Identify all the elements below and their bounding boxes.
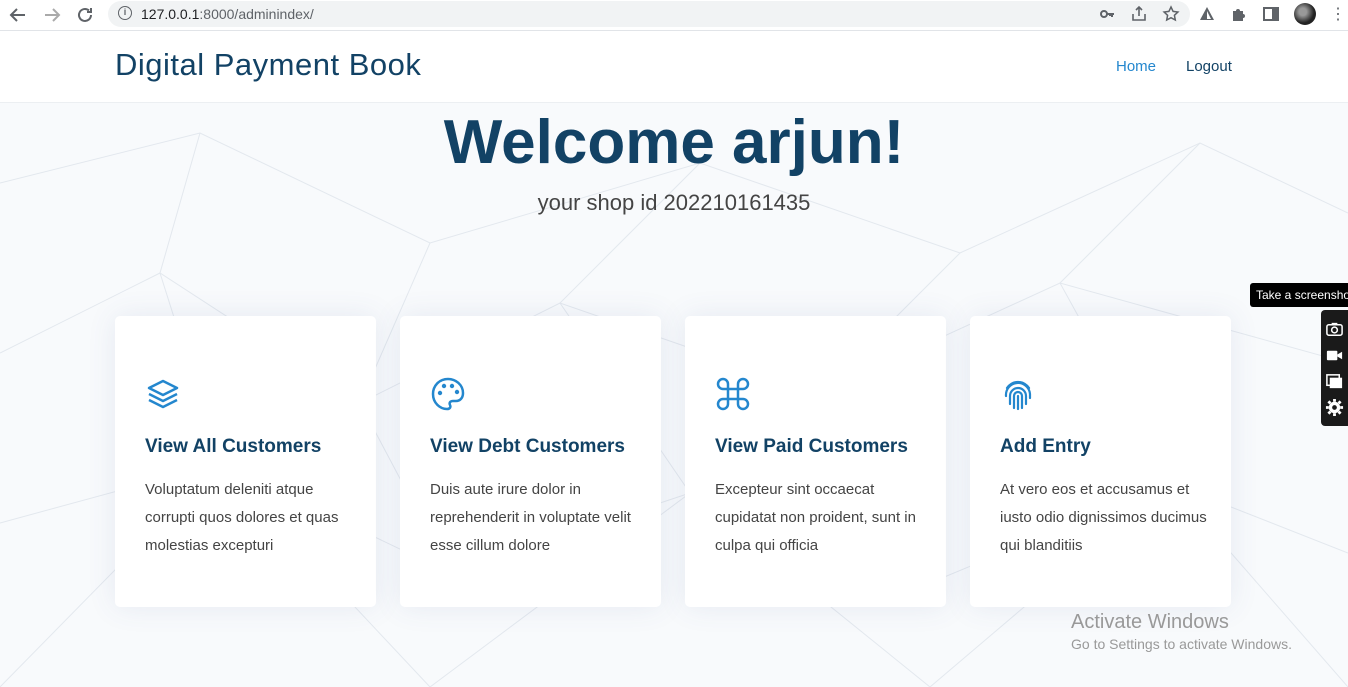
camera-icon[interactable] (1325, 320, 1344, 339)
fingerprint-icon (1004, 380, 1032, 411)
card-title[interactable]: Add Entry (1000, 436, 1091, 458)
site-info-icon[interactable]: i (118, 6, 132, 20)
window-capture-icon[interactable] (1325, 372, 1344, 391)
reload-icon[interactable] (73, 3, 97, 27)
side-panel-icon[interactable] (1262, 5, 1280, 23)
puzzle-icon[interactable] (1230, 5, 1248, 23)
site-logo[interactable]: Digital Payment Book (115, 47, 421, 83)
card-view-all-customers[interactable]: View All Customers Voluptatum deleniti a… (115, 316, 376, 607)
url-path: :8000/adminindex/ (199, 6, 314, 22)
card-title[interactable]: View Paid Customers (715, 436, 908, 458)
card-description: Duis aute irure dolor in reprehenderit i… (430, 481, 631, 554)
url-host: 127.0.0.1 (141, 6, 200, 22)
card-add-entry[interactable]: Add Entry At vero eos et accusamus et iu… (970, 316, 1231, 607)
capture-toolbar (1321, 310, 1348, 426)
triangle-extension-icon[interactable] (1198, 5, 1216, 23)
card-view-debt-customers[interactable]: View Debt Customers Duis aute irure dolo… (400, 316, 661, 607)
site-header: Digital Payment Book Home Logout (0, 31, 1348, 103)
activate-subtitle: Go to Settings to activate Windows. (1071, 636, 1292, 652)
settings-gear-icon[interactable] (1325, 398, 1344, 417)
profile-avatar[interactable] (1294, 3, 1316, 25)
share-icon[interactable] (1130, 5, 1148, 23)
card-description: Excepteur sint occaecat cupidatat non pr… (715, 481, 916, 554)
activate-title: Activate Windows (1071, 611, 1229, 633)
card-view-paid-customers[interactable]: View Paid Customers Excepteur sint occae… (685, 316, 946, 607)
card-title[interactable]: View All Customers (145, 436, 321, 458)
bookmark-star-icon[interactable] (1162, 5, 1180, 23)
nav-home[interactable]: Home (1116, 58, 1156, 75)
address-bar[interactable]: i 127.0.0.1:8000/adminindex/ (108, 1, 1190, 27)
nav-logout[interactable]: Logout (1186, 58, 1232, 75)
shop-id-text: your shop id 202210161435 (537, 190, 811, 215)
extensions-bar: ⋮ (1198, 3, 1346, 25)
more-menu-icon[interactable]: ⋮ (1330, 4, 1346, 24)
card-title[interactable]: View Debt Customers (430, 436, 625, 458)
activate-windows-watermark: Activate Windows Go to Settings to activ… (1071, 611, 1292, 652)
back-icon[interactable] (6, 3, 30, 27)
layers-icon (147, 379, 179, 409)
card-description: At vero eos et accusamus et iusto odio d… (1000, 481, 1207, 554)
forward-icon[interactable] (40, 3, 64, 27)
welcome-heading: Welcome arjun! (443, 108, 905, 177)
command-icon (716, 377, 750, 411)
screenshot-tooltip: Take a screenshot (1250, 283, 1348, 307)
key-icon[interactable] (1098, 5, 1116, 23)
omnibox-actions (1098, 5, 1180, 23)
url-text[interactable]: 127.0.0.1:8000/adminindex/ (141, 6, 314, 22)
card-description: Voluptatum deleniti atque corrupti quos … (145, 481, 339, 554)
video-icon[interactable] (1325, 346, 1344, 365)
palette-icon (431, 377, 465, 411)
browser-toolbar: i 127.0.0.1:8000/adminindex/ ⋮ (0, 0, 1348, 31)
